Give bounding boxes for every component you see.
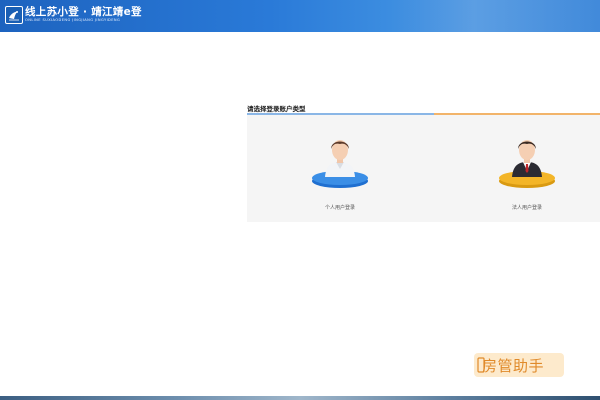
site-subtitle: ONLINE SUXIAODENG JINGJIANG JINGYIDENG: [25, 18, 121, 22]
corporate-user-avatar-icon: [499, 140, 555, 188]
personal-login-option[interactable]: 个人用户登录: [280, 115, 400, 222]
site-title: 线上苏小登 · 靖江靖e登: [25, 6, 142, 18]
bird-emblem-icon: [5, 6, 23, 24]
account-type-heading: 请选择登录账户类型: [247, 105, 306, 113]
account-type-panel: 个人用户登录 法人用户登录: [247, 115, 600, 222]
corporate-login-label: 法人用户登录: [511, 205, 542, 211]
personal-user-avatar-icon: [312, 140, 368, 188]
watermark-badge: 房管助手: [474, 353, 564, 377]
footer-strip: [0, 396, 600, 400]
personal-login-label: 个人用户登录: [324, 205, 355, 211]
corporate-login-option[interactable]: 法人用户登录: [467, 115, 587, 222]
top-banner: 线上苏小登 · 靖江靖e登 ONLINE SUXIAODENG JINGJIAN…: [0, 0, 600, 32]
watermark-text: 房管助手: [482, 357, 545, 375]
banner-skyline: [390, 0, 600, 32]
